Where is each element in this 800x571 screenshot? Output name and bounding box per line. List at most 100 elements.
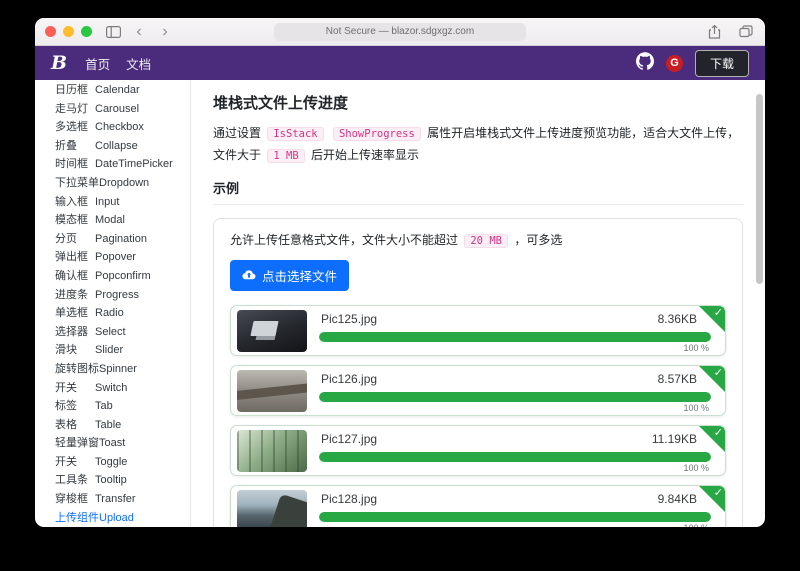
upload-file-list: Pic125.jpg 8.36KB 100 % ✓: [230, 305, 726, 527]
progress-percent: 100 %: [319, 343, 711, 353]
app-navbar: B 首页 文档 G 下载: [35, 46, 765, 80]
file-thumbnail: [237, 310, 307, 352]
intro-text-1: 通过设置: [213, 126, 261, 140]
sidebar-item-toast[interactable]: 轻量弹窗Toast: [35, 434, 190, 453]
file-info: Pic126.jpg 8.57KB 100 %: [319, 370, 711, 413]
sidebar-item-upload[interactable]: 上传组件Upload: [35, 509, 190, 527]
url-text: Not Secure — blazor.sdgxgz.com: [326, 26, 474, 37]
sidebar-toggle-icon[interactable]: [104, 26, 122, 38]
sidebar-item-radio[interactable]: 单选框Radio: [35, 304, 190, 323]
file-size: 9.84KB: [658, 492, 697, 506]
progress-bar: [319, 392, 711, 402]
progress-bar: [319, 452, 711, 462]
desktop-background: ‹ › Not Secure — blazor.sdgxgz.com: [0, 0, 800, 571]
sidebar-item-table[interactable]: 表格Table: [35, 416, 190, 435]
sidebar-item-select[interactable]: 选择器Select: [35, 323, 190, 342]
file-size: 8.36KB: [658, 312, 697, 326]
sidebar-item-modal[interactable]: 模态框Modal: [35, 211, 190, 230]
sidebar-item-collapse[interactable]: 折叠Collapse: [35, 137, 190, 156]
file-item: Pic126.jpg 8.57KB 100 % ✓: [230, 365, 726, 416]
download-button[interactable]: 下载: [695, 50, 749, 77]
sidebar-item-transfer[interactable]: 穿梭框Transfer: [35, 490, 190, 509]
minimize-window-button[interactable]: [63, 26, 74, 37]
check-icon: ✓: [714, 306, 723, 319]
size-badge-1mb: 1 MB: [267, 149, 304, 163]
upload-hint: 允许上传任意格式文件，文件大小不能超过 20 MB ，可多选: [230, 231, 726, 248]
main-panel: 堆栈式文件上传进度 通过设置 IsStack ShowProgress 属性开启…: [191, 80, 765, 527]
hint-text-1: 允许上传任意格式文件，文件大小不能超过: [230, 233, 458, 247]
progress-percent: 100 %: [319, 403, 711, 413]
file-thumbnail: [237, 370, 307, 412]
file-name: Pic126.jpg: [321, 372, 377, 386]
tabs-overview-icon[interactable]: [737, 25, 755, 38]
code-badge-isstack: IsStack: [267, 127, 323, 141]
size-badge-20mb: 20 MB: [464, 234, 508, 248]
progress-percent: 100 %: [319, 523, 711, 527]
progress-percent: 100 %: [319, 463, 711, 473]
progress-bar: [319, 512, 711, 522]
file-item: Pic128.jpg 9.84KB 100 % ✓: [230, 485, 726, 527]
forward-button[interactable]: ›: [156, 24, 174, 40]
browser-toolbar: ‹ › Not Secure — blazor.sdgxgz.com: [35, 18, 765, 46]
close-window-button[interactable]: [45, 26, 56, 37]
section-title-example: 示例: [213, 178, 743, 205]
page-title: 堆栈式文件上传进度: [213, 92, 743, 113]
nav-link-home[interactable]: 首页: [85, 54, 110, 73]
address-bar[interactable]: Not Secure — blazor.sdgxgz.com: [274, 23, 526, 41]
window-controls: [45, 26, 92, 37]
file-thumbnail: [237, 430, 307, 472]
window-scrollbar-thumb[interactable]: [756, 94, 763, 284]
toolbar-right-icons: [705, 25, 755, 39]
file-info: Pic125.jpg 8.36KB 100 %: [319, 310, 711, 353]
file-name: Pic125.jpg: [321, 312, 377, 326]
check-icon: ✓: [714, 426, 723, 439]
sidebar-item-checkbox[interactable]: 多选框Checkbox: [35, 118, 190, 137]
file-size: 8.57KB: [658, 372, 697, 386]
sidebar-item-progress[interactable]: 进度条Progress: [35, 286, 190, 305]
page-content: 日历框Calendar 走马灯Carousel 多选框Checkbox 折叠Co…: [35, 80, 765, 527]
progress-fill: [319, 452, 711, 462]
file-info: Pic128.jpg 9.84KB 100 %: [319, 490, 711, 527]
demo-card: 允许上传任意格式文件，文件大小不能超过 20 MB ，可多选: [213, 218, 743, 527]
intro-text-3: 后开始上传速率显示: [311, 148, 419, 162]
file-name: Pic128.jpg: [321, 492, 377, 506]
sidebar-item-switch[interactable]: 开关Switch: [35, 379, 190, 398]
sidebar-item-toggle[interactable]: 开关Toggle: [35, 453, 190, 472]
file-size: 11.19KB: [652, 432, 697, 446]
navbar-right: G 下载: [636, 50, 749, 77]
back-button[interactable]: ‹: [130, 24, 148, 40]
file-item: Pic127.jpg 11.19KB 100 % ✓: [230, 425, 726, 476]
sidebar-item-pagination[interactable]: 分页Pagination: [35, 230, 190, 249]
sidebar-item-popover[interactable]: 弹出框Popover: [35, 248, 190, 267]
gitee-icon[interactable]: G: [666, 55, 683, 72]
progress-bar: [319, 332, 711, 342]
sidebar-item-popconfirm[interactable]: 确认框Popconfirm: [35, 267, 190, 286]
nav-link-docs[interactable]: 文档: [126, 54, 151, 73]
component-sidebar: 日历框Calendar 走马灯Carousel 多选框Checkbox 折叠Co…: [35, 80, 191, 527]
progress-fill: [319, 512, 711, 522]
demo-card-body: 允许上传任意格式文件，文件大小不能超过 20 MB ，可多选: [214, 219, 742, 527]
check-icon: ✓: [714, 486, 723, 499]
file-info: Pic127.jpg 11.19KB 100 %: [319, 430, 711, 473]
sidebar-item-slider[interactable]: 滑块Slider: [35, 341, 190, 360]
sidebar-item-calendar[interactable]: 日历框Calendar: [35, 81, 190, 100]
sidebar-item-tooltip[interactable]: 工具条Tooltip: [35, 471, 190, 490]
sidebar-item-input[interactable]: 输入框Input: [35, 193, 190, 212]
file-name: Pic127.jpg: [321, 432, 377, 446]
select-file-button-label: 点击选择文件: [262, 266, 337, 285]
sidebar-item-datetimepicker[interactable]: 时间框DateTimePicker: [35, 155, 190, 174]
intro-paragraph: 通过设置 IsStack ShowProgress 属性开启堆栈式文件上传进度预…: [213, 123, 743, 166]
brand-logo[interactable]: B: [51, 52, 67, 74]
progress-fill: [319, 332, 711, 342]
hint-text-2: ，可多选: [514, 233, 562, 247]
share-icon[interactable]: [705, 25, 723, 39]
select-file-button[interactable]: 点击选择文件: [230, 260, 349, 291]
sidebar-item-spinner[interactable]: 旋转图标Spinner: [35, 360, 190, 379]
progress-fill: [319, 392, 711, 402]
sidebar-item-carousel[interactable]: 走马灯Carousel: [35, 100, 190, 119]
github-icon[interactable]: [636, 52, 654, 75]
cloud-upload-icon: [242, 268, 256, 283]
sidebar-item-dropdown[interactable]: 下拉菜单Dropdown: [35, 174, 190, 193]
sidebar-item-tab[interactable]: 标签Tab: [35, 397, 190, 416]
fullscreen-window-button[interactable]: [81, 26, 92, 37]
